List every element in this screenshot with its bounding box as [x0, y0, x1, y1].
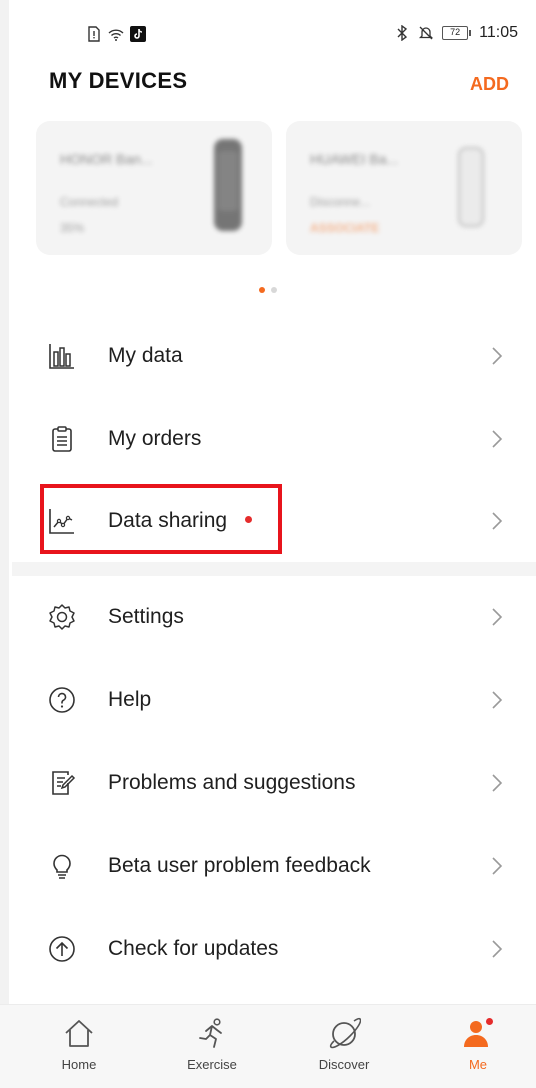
- pager-dot: [271, 287, 277, 293]
- menu-item-my-data[interactable]: My data: [0, 315, 536, 397]
- nav-label: Exercise: [187, 1057, 237, 1072]
- nav-tab-discover[interactable]: Discover: [294, 1005, 394, 1088]
- device-card-content: HUAWEI Ba... Disconne... ASSOCIATE: [286, 121, 522, 255]
- status-bar: 72 11:05: [0, 0, 536, 56]
- device-battery: 35%: [60, 221, 85, 235]
- menu-item-label: My orders: [108, 427, 202, 450]
- chevron-right-icon: [492, 940, 503, 958]
- fitness-band-image: [214, 139, 242, 231]
- menu-item-label: Problems and suggestions: [108, 771, 356, 794]
- menu-item-label: Check for updates: [108, 937, 279, 960]
- chevron-right-icon: [492, 512, 503, 530]
- device-status: Connected: [60, 195, 119, 209]
- device-name: HUAWEI Ba...: [310, 151, 399, 167]
- gear-icon: [48, 603, 76, 631]
- menu-item-settings[interactable]: Settings: [0, 576, 536, 658]
- edit-note-icon: [48, 769, 76, 797]
- bell-muted-icon: [419, 26, 434, 40]
- device-card-content: HONOR Ban... Connected 35%: [36, 121, 272, 255]
- chevron-right-icon: [492, 774, 503, 792]
- menu-item-beta-feedback[interactable]: Beta user problem feedback: [0, 825, 536, 907]
- bluetooth-icon: [397, 25, 408, 41]
- status-time: 11:05: [479, 24, 518, 41]
- planet-icon: [327, 1017, 361, 1051]
- chevron-right-icon: [492, 430, 503, 448]
- nav-label: Discover: [318, 1057, 370, 1072]
- device-card[interactable]: HONOR Ban... Connected 35%: [36, 121, 272, 255]
- sim-alert-icon: [88, 26, 100, 42]
- menu-item-check-updates[interactable]: Check for updates: [0, 908, 536, 990]
- menu-item-label-wrap: Data sharing: [108, 509, 253, 533]
- upload-arrow-icon: [48, 935, 76, 963]
- menu-item-label: My data: [108, 344, 183, 367]
- add-device-button[interactable]: ADD: [470, 74, 509, 95]
- nav-tab-me[interactable]: Me: [428, 1005, 528, 1088]
- nav-label: Me: [468, 1057, 488, 1072]
- menu-item-help[interactable]: Help: [0, 659, 536, 741]
- device-status: Disconne...: [310, 195, 371, 209]
- device-card[interactable]: HUAWEI Ba... Disconne... ASSOCIATE: [286, 121, 522, 255]
- section-divider: [12, 562, 536, 576]
- notification-dot: [245, 515, 253, 523]
- bottom-nav: Home Exercise Discover Me: [0, 1004, 536, 1088]
- battery-cap: [469, 30, 472, 36]
- chevron-right-icon: [492, 691, 503, 709]
- menu-item-problems-suggestions[interactable]: Problems and suggestions: [0, 742, 536, 824]
- carousel-pager: [0, 287, 536, 293]
- fitness-band-image: [458, 147, 484, 227]
- running-icon: [195, 1017, 229, 1051]
- chevron-right-icon: [492, 857, 503, 875]
- associate-button: ASSOCIATE: [310, 221, 380, 235]
- menu-item-label: Data sharing: [108, 509, 228, 532]
- home-icon: [62, 1017, 96, 1051]
- battery-indicator: 72: [442, 26, 472, 40]
- chevron-right-icon: [492, 608, 503, 626]
- wifi-icon: [108, 29, 124, 41]
- tiktok-icon: [130, 26, 146, 42]
- screen: 72 11:05 MY DEVICES ADD HONOR Ban... Con…: [0, 0, 536, 1088]
- question-icon: [48, 686, 76, 714]
- menu-item-data-sharing[interactable]: Data sharing: [0, 480, 536, 562]
- page-title: MY DEVICES: [49, 68, 188, 93]
- device-name: HONOR Ban...: [60, 151, 153, 167]
- line-chart-icon: [48, 507, 76, 535]
- status-right-icons: 72 11:05: [394, 24, 518, 42]
- person-icon: [461, 1017, 495, 1051]
- status-left-icons: [86, 26, 146, 42]
- lightbulb-icon: [48, 852, 76, 880]
- clipboard-icon: [48, 425, 76, 453]
- notification-dot: [485, 1017, 494, 1026]
- nav-tab-home[interactable]: Home: [29, 1005, 129, 1088]
- nav-label: Home: [61, 1057, 97, 1072]
- device-carousel[interactable]: HONOR Ban... Connected 35% HUAWEI Ba... …: [36, 121, 536, 255]
- menu-item-label: Help: [108, 688, 152, 711]
- menu-item-label: Settings: [108, 605, 184, 628]
- chevron-right-icon: [492, 347, 503, 365]
- bar-chart-icon: [48, 342, 76, 370]
- menu-item-label: Beta user problem feedback: [108, 854, 371, 877]
- menu-item-my-orders[interactable]: My orders: [0, 398, 536, 480]
- nav-tab-exercise[interactable]: Exercise: [162, 1005, 262, 1088]
- pager-dot-active: [259, 287, 265, 293]
- battery-level: 72: [442, 26, 469, 40]
